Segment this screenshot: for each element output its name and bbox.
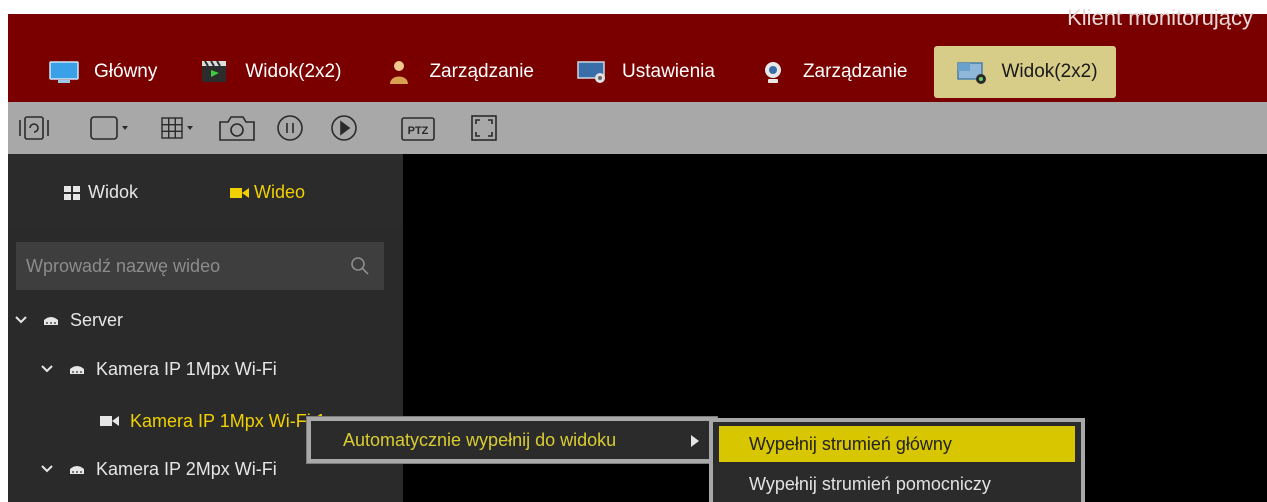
server-icon	[44, 317, 58, 325]
webcam-icon	[757, 59, 789, 85]
single-window-icon[interactable]	[86, 112, 136, 144]
chevron-down-icon[interactable]	[14, 313, 28, 327]
search-icon[interactable]	[350, 256, 370, 276]
play-all-icon[interactable]	[326, 112, 362, 144]
tree-node-device-2[interactable]: Kamera IP 2Mpx Wi-Fi	[40, 452, 277, 486]
tab-label: Główny	[94, 61, 158, 82]
main-tabs: Główny Widok(2x2) Zarządzanie Ustawienia…	[38, 44, 1138, 100]
tab-label: Zarządzanie	[802, 61, 908, 82]
tree-node-device-1[interactable]: Kamera IP 1Mpx Wi-Fi	[40, 352, 277, 386]
top-bar: Klient monitorujący Główny Widok(2x2) Za…	[8, 5, 1267, 102]
tree-label: Kamera IP 1Mpx Wi-Fi 1	[130, 410, 326, 431]
camera-view-icon	[956, 59, 988, 85]
submenu-item-sub-stream[interactable]: Wypełnij strumień pomocniczy	[719, 466, 1075, 502]
tree-node-channel-1[interactable]: Kamera IP 1Mpx Wi-Fi 1	[100, 404, 326, 438]
menu-item-autofill[interactable]: Automatycznie wypełnij do widoku	[311, 421, 713, 459]
settings-screen-icon	[576, 59, 608, 85]
context-submenu: Wypełnij strumień główny Wypełnij strumi…	[709, 418, 1085, 502]
snapshot-icon[interactable]	[216, 112, 258, 144]
monitor-icon	[48, 59, 80, 85]
tab-widok-label: Widok	[88, 182, 139, 202]
tab-label: Widok(2x2)	[245, 61, 342, 82]
search-input[interactable]	[16, 242, 336, 290]
tab-label: Widok(2x2)	[1001, 61, 1098, 82]
user-icon	[383, 59, 415, 85]
submenu-item-main-stream[interactable]: Wypełnij strumień główny	[719, 426, 1075, 462]
tab-ustawienia[interactable]: Ustawienia	[566, 46, 725, 98]
grid-icon	[64, 185, 80, 200]
tab-zarzadzanie-cameras[interactable]: Zarządzanie	[747, 46, 918, 98]
fullscreen-icon[interactable]	[466, 112, 502, 144]
ptz-label: PTZ	[408, 125, 429, 137]
context-menu: Automatycznie wypełnij do widoku	[306, 416, 718, 464]
tree-node-server[interactable]: Server	[14, 303, 123, 337]
app-title: Klient monitorujący	[1067, 5, 1253, 30]
tree-label: Kamera IP 2Mpx Wi-Fi	[96, 458, 277, 479]
tab-zarzadzanie-users[interactable]: Zarządzanie	[373, 46, 544, 98]
menu-item-label: Automatycznie wypełnij do widoku	[343, 429, 617, 450]
tab-wideo[interactable]: Wideo	[230, 182, 305, 203]
chevron-down-icon[interactable]	[40, 362, 54, 376]
device-icon	[70, 466, 84, 474]
submenu-arrow-icon	[691, 435, 699, 447]
sidebar-tabs: Widok Wideo	[8, 154, 403, 226]
submenu-body: Wypełnij strumień główny Wypełnij strumi…	[713, 422, 1081, 502]
tab-label: Ustawienia	[622, 61, 715, 82]
ptz-icon[interactable]: PTZ	[398, 112, 438, 144]
video-clip-icon	[199, 59, 231, 85]
tab-glowny[interactable]: Główny	[38, 46, 167, 98]
tab-widok-2x2[interactable]: Widok(2x2)	[189, 46, 351, 98]
tour-icon[interactable]	[16, 112, 52, 144]
chevron-down-icon[interactable]	[40, 462, 54, 476]
layout-grid-icon[interactable]	[158, 112, 202, 144]
search-box	[16, 242, 384, 290]
tree-label: Server	[70, 309, 124, 330]
tab-wideo-label: Wideo	[254, 182, 306, 202]
tree-label: Kamera IP 1Mpx Wi-Fi	[96, 358, 277, 379]
tab-widok-2x2-active[interactable]: Widok(2x2)	[933, 46, 1116, 98]
device-icon	[70, 366, 84, 374]
toolbar: PTZ	[8, 102, 1267, 154]
video-camera-icon	[230, 187, 249, 198]
tab-label: Zarządzanie	[429, 61, 534, 82]
pause-all-icon[interactable]	[272, 112, 308, 144]
video-camera-icon	[100, 416, 119, 426]
tab-widok[interactable]: Widok	[64, 182, 138, 203]
